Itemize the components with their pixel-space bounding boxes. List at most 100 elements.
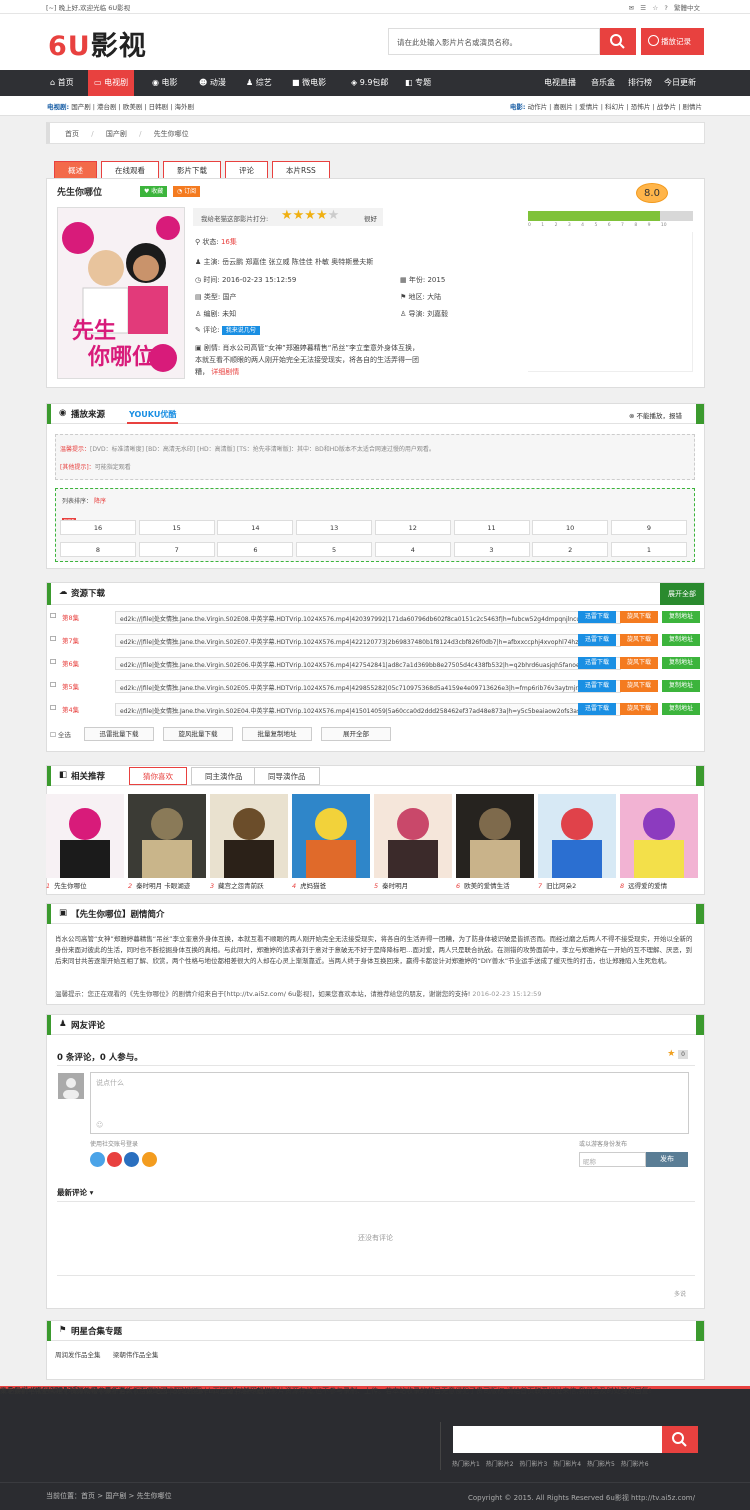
fav-star-icon[interactable]: ★ 0 (667, 1049, 688, 1059)
plot-more-link[interactable]: 详细剧情 (211, 368, 239, 376)
related-caption[interactable]: 7 旧比阿朵2 (538, 880, 616, 890)
nav-today[interactable]: 今日更新 (664, 70, 696, 96)
related-caption[interactable]: 3 藏宫之怨青前跃 (210, 880, 288, 890)
episode-button[interactable]: 15 (138, 520, 215, 535)
nav-tv[interactable]: ▭ 电视剧 (88, 70, 135, 96)
tab-download[interactable]: 影片下载 (163, 161, 221, 179)
row-checkbox[interactable]: ☐ (50, 681, 56, 689)
whirl-download-button[interactable]: 旋风下载 (620, 703, 658, 715)
post-button[interactable]: 发布 (646, 1152, 688, 1167)
episode-button[interactable]: 10 (532, 520, 609, 535)
episode-button[interactable]: 9 (610, 520, 687, 535)
footer-search-button[interactable] (662, 1426, 698, 1453)
star-link-1[interactable]: 周润发作品全集 (55, 1351, 101, 1359)
history-button[interactable]: 播放记录 (641, 28, 704, 55)
rating-stars[interactable]: ★★★★★ (281, 209, 339, 223)
episode-button[interactable]: 12 (374, 520, 451, 535)
copy-link-button[interactable]: 复制地址 (662, 703, 700, 715)
cast-list[interactable]: 岳云鹏 郑嘉佳 张立威 陈佳佳 朴敏 奥特斯曼夫斯 (222, 258, 373, 266)
language-switch[interactable]: ✉ ☰ ☆ ? 繁體中文 (629, 2, 700, 12)
weibo-login-icon[interactable] (107, 1152, 123, 1167)
nav-variety[interactable]: ♟ 综艺 (246, 70, 272, 96)
whirl-download-button[interactable]: 旋风下载 (620, 611, 658, 623)
episode-button[interactable]: 13 (296, 520, 373, 535)
copy-link-button[interactable]: 复制地址 (662, 611, 700, 623)
tv-categories[interactable]: 国产剧 | 港台剧 | 欧美剧 | 日韩剧 | 海外剧 (71, 103, 194, 111)
related-item[interactable]: 6 欧美的爱情生活 (456, 794, 534, 892)
copy-link-button[interactable]: 复制地址 (662, 680, 700, 692)
whirl-download-button[interactable]: 旋风下载 (620, 657, 658, 669)
related-caption[interactable]: 2 秦时明月 卡眼湖迹 (128, 880, 206, 890)
movie-categories[interactable]: 动作片 | 喜剧片 | 爱情片 | 科幻片 | 恐怖片 | 战争片 | 剧情片 (528, 103, 702, 111)
nav-topic[interactable]: ◧ 专题 (405, 70, 431, 96)
tab-comment[interactable]: 评论 (225, 161, 268, 179)
site-logo[interactable]: 6U影视 (48, 24, 147, 63)
row-checkbox[interactable]: ☐ (50, 635, 56, 643)
thunder-download-button[interactable]: 迅雷下载 (578, 680, 616, 692)
related-item[interactable]: 1 先生你哪位 (46, 794, 124, 892)
episode-button[interactable]: 5 (296, 542, 373, 557)
related-poster[interactable] (374, 794, 452, 878)
whirl-download-button[interactable]: 旋风下载 (620, 680, 658, 692)
nav-live[interactable]: 电视直播 (544, 70, 576, 96)
ed2k-link[interactable]: ed2k://|file|处女情独.Jane.the.Virgin.S02E07… (115, 634, 621, 647)
related-caption[interactable]: 1 先生你哪位 (46, 880, 124, 890)
tab-online[interactable]: 在线观看 (101, 161, 159, 179)
thunder-download-button[interactable]: 迅雷下载 (578, 634, 616, 646)
nav-music[interactable]: 音乐盒 (591, 70, 615, 96)
row-checkbox[interactable]: ☐ (50, 704, 56, 712)
star-icon[interactable]: ☆ (652, 4, 658, 12)
episode-button[interactable]: 4 (374, 542, 451, 557)
episode-button[interactable]: 8 (60, 542, 136, 557)
batch-whirl-button[interactable]: 旋风批量下载 (163, 727, 233, 741)
tab-guess[interactable]: 猜你喜欢 (129, 767, 187, 785)
review-button[interactable]: 我来说几句 (221, 326, 260, 335)
sort-toggle[interactable]: 降序 (94, 498, 106, 505)
help-icon[interactable]: ? (664, 4, 667, 12)
comment-textarea[interactable]: 说点什么 ☺ (90, 1072, 689, 1134)
related-caption[interactable]: 6 欧美的爱情生活 (456, 880, 534, 890)
source-youku[interactable]: YOUKU优酷 (127, 407, 179, 424)
crumb-home[interactable]: 首页 (65, 130, 79, 138)
episode-button[interactable]: 16 (60, 520, 136, 535)
favorite-button[interactable]: ♥ 收藏 (140, 186, 168, 197)
related-poster[interactable] (210, 794, 288, 878)
qq-login-icon[interactable] (90, 1152, 105, 1167)
episode-button[interactable]: 6 (217, 542, 294, 557)
nav-movie[interactable]: ◉ 电影 (152, 70, 178, 96)
nav-anime[interactable]: ☻ 动漫 (199, 70, 226, 96)
tab-same-director[interactable]: 同导演作品 (254, 767, 320, 785)
batch-copy-button[interactable]: 批量复制地址 (242, 727, 312, 741)
related-poster[interactable] (620, 794, 698, 878)
hot-links[interactable]: 热门影片1 热门影片2 热门影片3 热门影片4 热门影片5 热门影片6 (452, 1459, 649, 1468)
ed2k-link[interactable]: ed2k://|file|处女情独.Jane.the.Virgin.S02E05… (115, 680, 621, 693)
related-item[interactable]: 2 秦时明月 卡眼湖迹 (128, 794, 206, 892)
tab-overview[interactable]: 概述 (54, 161, 97, 179)
related-caption[interactable]: 5 秦时明月 (374, 880, 452, 890)
related-poster[interactable] (292, 794, 370, 878)
episode-button[interactable]: 11 (453, 520, 530, 535)
related-poster[interactable] (128, 794, 206, 878)
ed2k-link[interactable]: ed2k://|file|处女情独.Jane.the.Virgin.S02E06… (115, 657, 621, 670)
footer-search-input[interactable] (453, 1426, 662, 1453)
renren-login-icon[interactable] (124, 1152, 140, 1167)
episode-button[interactable]: 3 (453, 542, 530, 557)
select-all[interactable]: ☐ 全选 (50, 729, 71, 739)
movie-poster[interactable]: 先生 你哪位 (57, 207, 185, 379)
episode-button[interactable]: 14 (217, 520, 294, 535)
nav-home[interactable]: ⌂ 首页 (50, 70, 74, 96)
ed2k-link[interactable]: ed2k://|file|处女情独.Jane.the.Virgin.S02E04… (115, 703, 621, 716)
related-item[interactable]: 4 虎妈猫爸 (292, 794, 370, 892)
report-link[interactable]: ⊗ 不能播放，报错 (629, 410, 682, 420)
ed2k-link[interactable]: ed2k://|file|处女情独.Jane.the.Virgin.S02E08… (115, 611, 621, 624)
nav-rank[interactable]: 排行榜 (628, 70, 652, 96)
tab-same-cast[interactable]: 同主演作品 (191, 767, 257, 785)
subscribe-button[interactable]: ◔ 订阅 (173, 186, 201, 197)
search-input[interactable]: 请在此处输入影片片名或演员名称。 (388, 28, 600, 55)
episode-button[interactable]: 1 (610, 542, 687, 557)
whirl-download-button[interactable]: 旋风下载 (620, 634, 658, 646)
episode-button[interactable]: 2 (532, 542, 609, 557)
related-item[interactable]: 3 藏宫之怨青前跃 (210, 794, 288, 892)
thunder-download-button[interactable]: 迅雷下载 (578, 657, 616, 669)
batch-expand-button[interactable]: 展开全部 (321, 727, 391, 741)
